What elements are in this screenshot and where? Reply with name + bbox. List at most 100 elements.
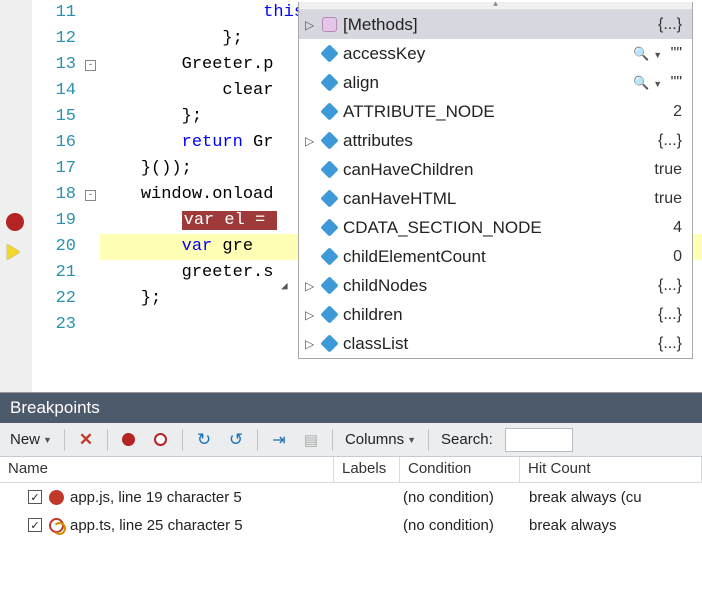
expand-icon[interactable]: ▷	[305, 18, 315, 32]
item-label: align	[343, 73, 627, 93]
breakpoints-panel: Breakpoints New▼ ✕ ↻ ↺ ⇥ ▤ Columns▼ Sear…	[0, 392, 702, 599]
breakpoint-gutter[interactable]	[0, 0, 32, 392]
col-header-labels[interactable]: Labels	[334, 457, 400, 482]
separator	[107, 429, 108, 451]
intellisense-item[interactable]: align🔍▼ ""	[299, 68, 692, 97]
item-value: 🔍▼ ""	[633, 74, 686, 92]
item-value: {...}	[658, 132, 686, 150]
search-input[interactable]	[505, 428, 573, 452]
line-number: 18	[32, 182, 76, 208]
property-icon	[321, 307, 337, 323]
line-number: 16	[32, 130, 76, 156]
expand-icon[interactable]: ▷	[305, 279, 315, 293]
intellisense-item[interactable]: childElementCount 0	[299, 242, 692, 271]
intellisense-item[interactable]: canHaveChildrentrue	[299, 155, 692, 184]
intellisense-item[interactable]: ▷ children {...}	[299, 300, 692, 329]
item-label: classList	[343, 334, 652, 354]
intellisense-item[interactable]: ▷ [Methods] {...}	[299, 10, 692, 39]
line-number: 21	[32, 260, 76, 286]
breakpoint-marker-icon[interactable]	[6, 213, 24, 231]
scroll-arrow-icon[interactable]: ◢	[281, 279, 288, 293]
undo-button[interactable]: ↺	[221, 428, 251, 452]
form-icon: ▤	[302, 431, 320, 449]
fold-toggle-icon[interactable]: -	[85, 190, 96, 201]
intellisense-item[interactable]: ▷ attributes {...}	[299, 126, 692, 155]
item-label: attributes	[343, 131, 652, 151]
dot-filled-icon	[120, 431, 138, 449]
breakpoint-hitcount: break always (cu	[529, 489, 702, 506]
breakpoint-condition: (no condition)	[403, 489, 523, 506]
intellisense-item[interactable]: ATTRIBUTE_NODE2	[299, 97, 692, 126]
intellisense-item[interactable]: ▷classList{...}	[299, 329, 692, 358]
disable-all-button[interactable]	[114, 428, 144, 452]
separator	[182, 429, 183, 451]
item-value: 4	[673, 219, 686, 237]
breakpoint-checkbox[interactable]: ✓	[28, 518, 42, 532]
search-label: Search:	[435, 428, 499, 451]
line-number: 14	[32, 78, 76, 104]
breakpoint-icon	[48, 489, 64, 505]
line-number: 15	[32, 104, 76, 130]
execution-arrow-icon	[7, 244, 20, 260]
intellisense-popup[interactable]: ▲ ▷[Methods]{...}accessKey🔍▼ ""align🔍▼ "…	[298, 2, 693, 359]
col-header-condition[interactable]: Condition	[400, 457, 520, 482]
fold-gutter[interactable]: --	[82, 0, 100, 392]
magnifier-icon[interactable]: 🔍	[633, 75, 649, 90]
item-value: 🔍▼ ""	[633, 45, 686, 63]
item-value: {...}	[658, 16, 686, 34]
property-icon	[321, 104, 337, 120]
breakpoint-row[interactable]: ✓app.ts, line 25 character 5(no conditio…	[0, 511, 702, 539]
breakpoint-condition: (no condition)	[403, 517, 523, 534]
property-icon	[321, 46, 337, 62]
redo-icon: ↻	[195, 431, 213, 449]
line-number: 13	[32, 52, 76, 78]
line-number: 12	[32, 26, 76, 52]
col-header-name[interactable]: Name	[0, 457, 334, 482]
columns-button[interactable]: Columns▼	[339, 428, 422, 451]
col-header-hitcount[interactable]: Hit Count	[520, 457, 702, 482]
line-number: 22	[32, 286, 76, 312]
item-label: children	[343, 305, 652, 325]
item-label: canHaveHTML	[343, 189, 648, 209]
line-number-gutter: 11121314151617181920212223	[32, 0, 82, 392]
magnifier-icon[interactable]: 🔍	[633, 46, 649, 61]
expand-icon[interactable]: ▷	[305, 134, 315, 148]
redo-button[interactable]: ↻	[189, 428, 219, 452]
breakpoint-row[interactable]: ✓app.js, line 19 character 5(no conditio…	[0, 483, 702, 511]
code-editor[interactable]: 11121314151617181920212223 -- this. }; G…	[0, 0, 702, 392]
panel-toolbar: New▼ ✕ ↻ ↺ ⇥ ▤ Columns▼ Search:	[0, 423, 702, 457]
separator	[257, 429, 258, 451]
dropdown-icon[interactable]: ▼	[653, 50, 662, 60]
enable-all-button[interactable]	[146, 428, 176, 452]
property-icon	[321, 336, 337, 352]
intellisense-item[interactable]: canHaveHTML true	[299, 184, 692, 213]
property-icon	[321, 75, 337, 91]
item-label: canHaveChildren	[343, 160, 648, 180]
new-breakpoint-button[interactable]: New▼	[4, 428, 58, 451]
intellisense-item[interactable]: accessKey🔍▼ ""	[299, 39, 692, 68]
fold-toggle-icon[interactable]: -	[85, 60, 96, 71]
item-value: true	[654, 190, 686, 208]
intellisense-item[interactable]: ▷childNodes{...}◢	[299, 271, 692, 300]
property-icon	[321, 278, 337, 294]
delete-breakpoint-button[interactable]: ✕	[71, 428, 101, 452]
item-value: {...}	[658, 277, 686, 295]
dropdown-icon[interactable]: ▼	[653, 79, 662, 89]
item-value: 2	[673, 103, 686, 121]
expand-icon[interactable]: ▷	[305, 337, 315, 351]
item-label: [Methods]	[343, 15, 652, 35]
expand-icon[interactable]: ▷	[305, 308, 315, 322]
line-number: 23	[32, 312, 76, 338]
popup-resize-grip-icon[interactable]: ▲	[299, 2, 692, 10]
breakpoint-checkbox[interactable]: ✓	[28, 490, 42, 504]
mapped-breakpoint-icon	[48, 517, 64, 533]
dropdown-icon: ▼	[407, 435, 416, 445]
intellisense-item[interactable]: CDATA_SECTION_NODE4	[299, 213, 692, 242]
item-value: 0	[673, 248, 686, 266]
go-to-source-button[interactable]: ⇥	[264, 428, 294, 452]
line-number: 11	[32, 0, 76, 26]
export-button[interactable]: ▤	[296, 428, 326, 452]
panel-title: Breakpoints	[0, 393, 702, 423]
item-value: {...}	[658, 306, 686, 324]
item-label: childElementCount	[343, 247, 667, 267]
